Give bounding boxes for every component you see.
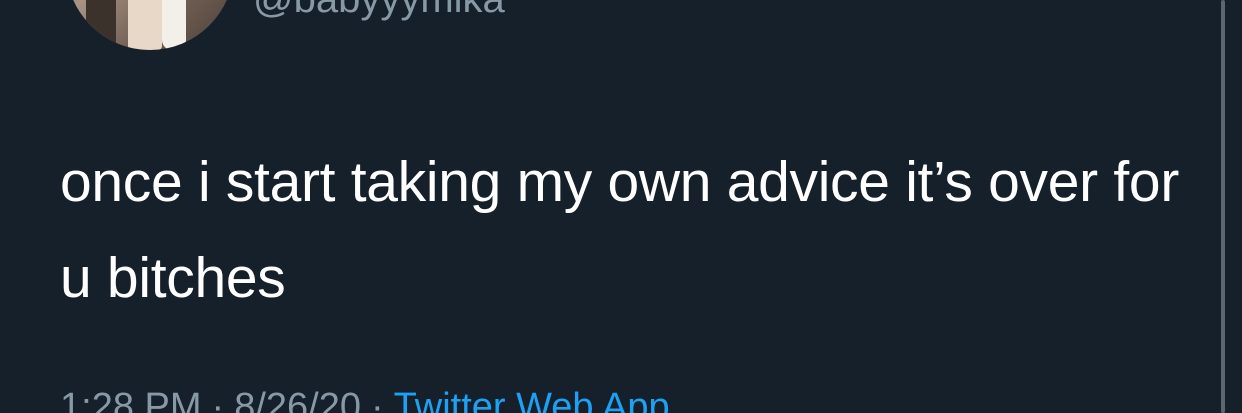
metadata-separator: ·	[370, 386, 384, 413]
user-handle[interactable]: @babyyymika	[253, 0, 505, 23]
metadata-separator: ·	[211, 386, 225, 413]
avatar[interactable]	[66, 0, 234, 50]
tweet-source-link[interactable]: Twitter Web App	[394, 386, 670, 413]
tweet-text: once i start taking my own advice it’s o…	[60, 150, 1179, 310]
scrollbar[interactable]	[1221, 0, 1225, 413]
avatar-photo-clothing	[162, 0, 186, 50]
avatar-photo-figure	[128, 0, 162, 50]
tweet-time[interactable]: 1:28 PM	[60, 386, 202, 413]
tweet-card: @babyyymika once i start taking my own a…	[0, 0, 1242, 413]
tweet-date[interactable]: 8/26/20	[234, 386, 361, 413]
avatar-photo-shadow	[86, 0, 116, 50]
tweet-metadata: 1:28 PM · 8/26/20 · Twitter Web App	[60, 385, 670, 413]
